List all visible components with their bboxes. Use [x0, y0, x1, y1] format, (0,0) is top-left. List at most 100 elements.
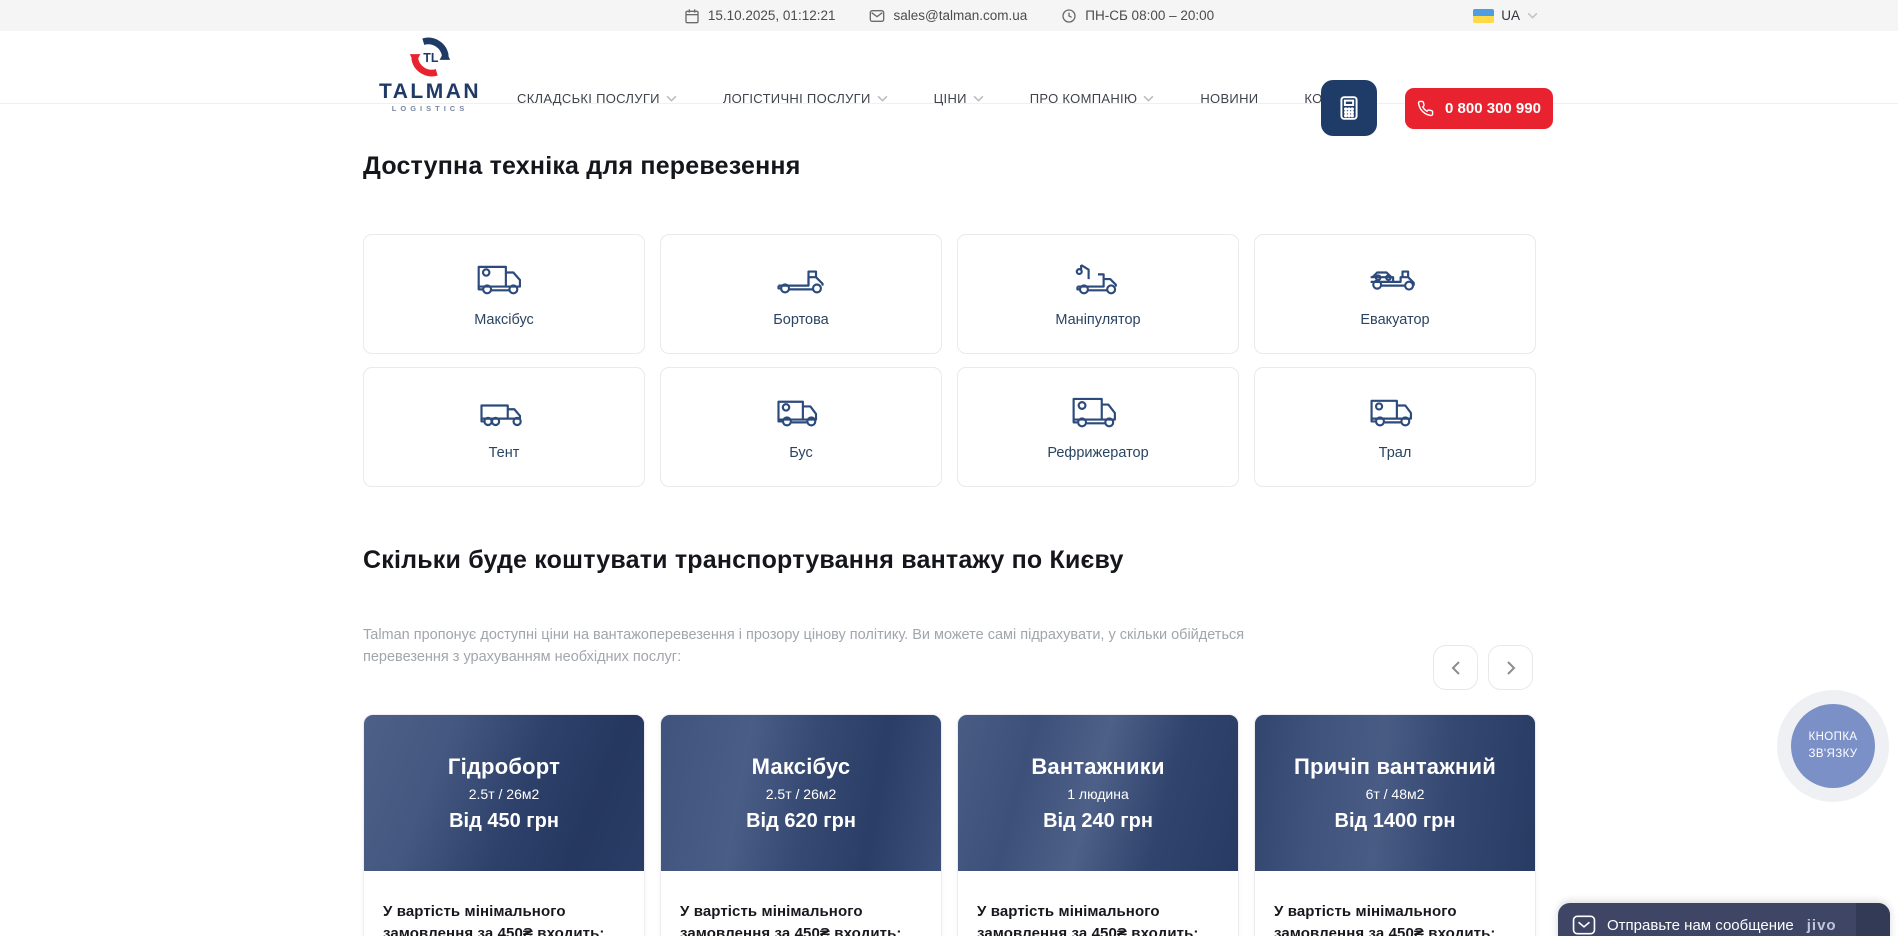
carousel-prev-button[interactable]	[1433, 645, 1478, 690]
price-card-title: Причіп вантажний	[1294, 754, 1496, 780]
chat-message-text: Отправьте нам сообщение	[1607, 917, 1794, 934]
car-carrier-icon	[1365, 260, 1425, 300]
talman-homepage: 15.10.2025, 01:12:21 sales@talman.com.ua…	[0, 0, 1898, 936]
vehicle-card-maxibus[interactable]: Максібус	[363, 234, 645, 354]
price-card-maxibus[interactable]: Максібус 2.5т / 26м2 Від 620 грн У варті…	[660, 714, 942, 936]
connect-label-line2: ЗВ'ЯЗКУ	[1809, 748, 1858, 760]
price-card-title: Гідроборт	[448, 754, 560, 780]
price-card-body: У вартість мінімального замовлення за 45…	[364, 871, 644, 936]
price-card-price: Від 450 грн	[449, 810, 559, 833]
price-card-note: У вартість мінімального замовлення за 45…	[1274, 901, 1516, 936]
nav-item-prices[interactable]: ЦІНИ	[934, 91, 984, 106]
price-card-body: У вартість мінімального замовлення за 45…	[661, 871, 941, 936]
nav-item-news[interactable]: НОВИНИ	[1200, 91, 1258, 106]
vehicle-card-bus[interactable]: Бус	[660, 367, 942, 487]
message-icon	[1572, 915, 1596, 935]
jivo-logo: jivo	[1807, 917, 1837, 934]
connect-label-line1: КНОПКА	[1809, 731, 1858, 743]
vehicle-card-tent[interactable]: Тент	[363, 367, 645, 487]
chevron-down-icon	[973, 95, 984, 102]
language-selector[interactable]: UA	[1473, 0, 1538, 31]
connect-button[interactable]: КНОПКА ЗВ'ЯЗКУ	[1791, 704, 1875, 788]
chevron-left-icon	[1451, 660, 1461, 676]
connect-button-halo: КНОПКА ЗВ'ЯЗКУ	[1777, 690, 1889, 802]
email-link[interactable]: sales@talman.com.ua	[869, 8, 1027, 24]
calendar-icon	[684, 8, 700, 24]
nav-item-logistics-services[interactable]: ЛОГІСТИЧНІ ПОСЛУГИ	[723, 91, 888, 106]
price-card-photo: Гідроборт 2.5т / 26м2 Від 450 грн	[364, 715, 644, 871]
price-card-title: Вантажники	[1031, 754, 1164, 780]
price-card-cargo-trailer[interactable]: Причіп вантажний 6т / 48м2 Від 1400 грн …	[1254, 714, 1536, 936]
clock-icon	[1061, 8, 1077, 24]
box-truck-logo-icon	[474, 260, 534, 300]
nav-item-warehouse-services[interactable]: СКЛАДСЬКІ ПОСЛУГИ	[517, 91, 677, 106]
logo-tagline: LOGISTICS	[360, 104, 500, 113]
price-card-price: Від 620 грн	[746, 810, 856, 833]
nav-label: СКЛАДСЬКІ ПОСЛУГИ	[517, 91, 660, 106]
pricing-section-title: Скільки буде коштувати транспортування в…	[363, 546, 1536, 575]
chevron-down-icon	[877, 95, 888, 102]
calculator-button[interactable]	[1321, 80, 1377, 136]
vehicle-label: Бортова	[773, 312, 828, 328]
tent-truck-icon	[474, 393, 534, 433]
price-card-body: У вартість мінімального замовлення за 45…	[958, 871, 1238, 936]
email-text: sales@talman.com.ua	[893, 8, 1027, 23]
datetime-display: 15.10.2025, 01:12:21	[684, 8, 836, 24]
price-card-capacity: 2.5т / 26м2	[469, 786, 540, 802]
nav-label: ЛОГІСТИЧНІ ПОСЛУГИ	[723, 91, 871, 106]
vehicle-label: Тент	[489, 445, 520, 461]
carousel-nav	[1433, 645, 1533, 690]
ukraine-flag-icon	[1473, 9, 1494, 23]
hours-text: ПН-СБ 08:00 – 20:00	[1085, 8, 1214, 23]
price-card-title: Максібус	[752, 754, 851, 780]
van-icon	[771, 393, 831, 433]
vehicles-section-title: Доступна техніка для перевезення	[363, 152, 1536, 181]
carousel-next-button[interactable]	[1488, 645, 1533, 690]
price-card-price: Від 240 грн	[1043, 810, 1153, 833]
price-card-carousel: Гідроборт 2.5т / 26м2 Від 450 грн У варт…	[363, 714, 1536, 936]
price-card-body: У вартість мінімального замовлення за 45…	[1255, 871, 1535, 936]
language-code: UA	[1501, 8, 1520, 23]
vehicle-card-evacuator[interactable]: Евакуатор	[1254, 234, 1536, 354]
price-card-capacity: 1 людина	[1067, 786, 1129, 802]
price-card-price: Від 1400 грн	[1335, 810, 1456, 833]
working-hours: ПН-СБ 08:00 – 20:00	[1061, 8, 1214, 24]
vehicle-card-manipulator[interactable]: Маніпулятор	[957, 234, 1239, 354]
chevron-down-icon	[1143, 95, 1154, 102]
price-card-photo: Вантажники 1 людина Від 240 грн	[958, 715, 1238, 871]
price-card-capacity: 6т / 48м2	[1366, 786, 1425, 802]
vehicle-card-flatbed[interactable]: Бортова	[660, 234, 942, 354]
talman-logo[interactable]: TL TALMAN LOGISTICS	[360, 34, 500, 113]
main-nav: СКЛАДСЬКІ ПОСЛУГИ ЛОГІСТИЧНІ ПОСЛУГИ ЦІН…	[517, 62, 1421, 134]
price-card-loaders[interactable]: Вантажники 1 людина Від 240 грн У вартіс…	[957, 714, 1239, 936]
phone-icon	[1417, 100, 1434, 117]
price-card-note: У вартість мінімального замовлення за 45…	[977, 901, 1219, 936]
chevron-right-icon	[1506, 660, 1516, 676]
envelope-icon	[869, 8, 885, 24]
vehicle-label: Рефрижератор	[1047, 445, 1148, 461]
phone-number: 0 800 300 990	[1445, 100, 1541, 117]
phone-call-button[interactable]: 0 800 300 990	[1405, 88, 1553, 129]
vehicle-label: Максібус	[474, 312, 534, 328]
logo-emblem-icon: TL	[407, 34, 453, 80]
nav-label: ЦІНИ	[934, 91, 967, 106]
price-card-hydroboard[interactable]: Гідроборт 2.5т / 26м2 Від 450 грн У варт…	[363, 714, 645, 936]
chat-widget-bar[interactable]: Отправьте нам сообщение jivo	[1558, 903, 1890, 936]
vehicle-label: Евакуатор	[1360, 312, 1429, 328]
svg-text:TL: TL	[423, 51, 439, 65]
main-header: TL TALMAN LOGISTICS СКЛАДСЬКІ ПОСЛУГИ ЛО…	[0, 31, 1898, 104]
logo-wordmark: TALMAN	[360, 81, 500, 102]
vehicle-grid: Максібус Бортова Маніпулятор Евакуатор Т…	[363, 234, 1536, 487]
price-card-note: У вартість мінімального замовлення за 45…	[383, 901, 625, 936]
price-card-photo: Причіп вантажний 6т / 48м2 Від 1400 грн	[1255, 715, 1535, 871]
vehicle-card-tral[interactable]: Трал	[1254, 367, 1536, 487]
crane-truck-icon	[1068, 260, 1128, 300]
nav-item-about-company[interactable]: ПРО КОМПАНІЮ	[1030, 91, 1155, 106]
vehicle-card-refrigerator[interactable]: Рефрижератор	[957, 367, 1239, 487]
vehicle-label: Трал	[1379, 445, 1412, 461]
price-card-capacity: 2.5т / 26м2	[766, 786, 837, 802]
refrigerator-truck-icon	[1068, 393, 1128, 433]
nav-label: ПРО КОМПАНІЮ	[1030, 91, 1138, 106]
price-card-photo: Максібус 2.5т / 26м2 Від 620 грн	[661, 715, 941, 871]
top-info-bar: 15.10.2025, 01:12:21 sales@talman.com.ua…	[0, 0, 1898, 31]
